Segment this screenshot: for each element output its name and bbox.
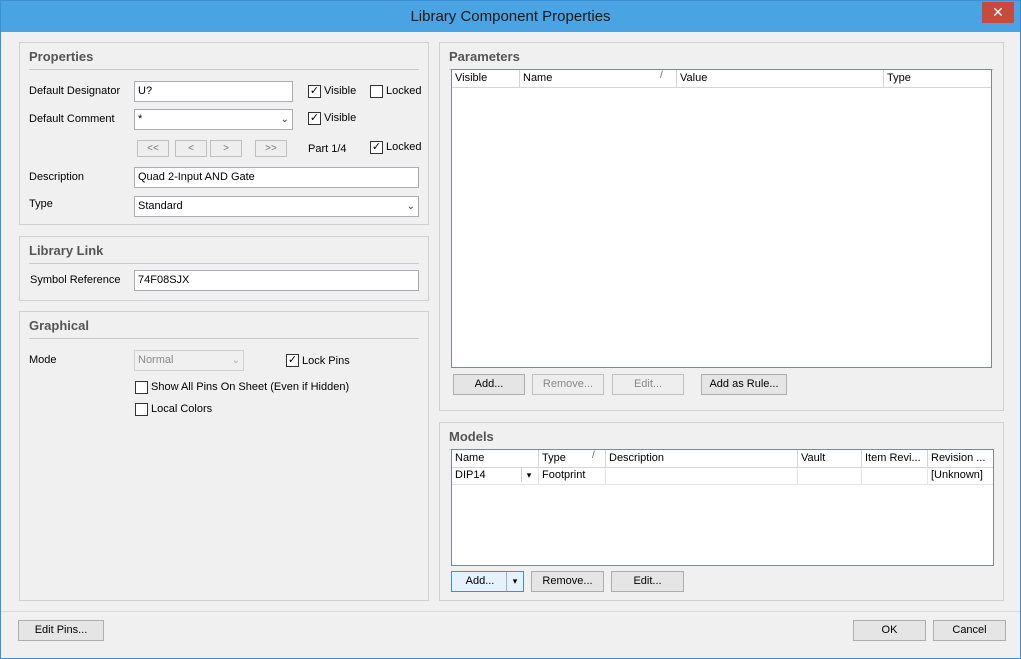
- column-value[interactable]: Value: [677, 70, 884, 87]
- column-visible[interactable]: Visible: [452, 70, 520, 87]
- default-designator-label: Default Designator: [29, 85, 121, 97]
- last-part-button[interactable]: >>: [255, 140, 287, 157]
- column-name[interactable]: Name: [520, 70, 677, 87]
- parameters-add-button[interactable]: Add...: [453, 374, 525, 395]
- parameters-title: Parameters: [449, 49, 520, 64]
- dialog-window: Library Component Properties ✕ Propertie…: [0, 0, 1021, 659]
- designator-visible-label: Visible: [324, 85, 357, 97]
- chevron-down-icon[interactable]: ▾: [521, 467, 536, 482]
- first-part-button[interactable]: <<: [137, 140, 169, 157]
- chevron-down-icon: ⌄: [231, 355, 240, 366]
- title-bar[interactable]: Library Component Properties ✕: [1, 1, 1020, 32]
- parameters-grid-header: Visible Name / Value Type: [452, 70, 991, 88]
- library-link-title: Library Link: [29, 243, 104, 258]
- window-title: Library Component Properties: [410, 8, 611, 25]
- column-description[interactable]: Description: [606, 450, 798, 467]
- divider: [29, 338, 419, 339]
- parameters-group: Parameters Visible Name / Value Type Add…: [439, 42, 1004, 411]
- symbol-reference-input[interactable]: 74F08SJX: [134, 270, 419, 291]
- lock-pins-checkbox[interactable]: ✓: [286, 354, 299, 367]
- edit-pins-button[interactable]: Edit Pins...: [18, 620, 104, 641]
- models-add-button[interactable]: Add... ▾: [451, 571, 524, 592]
- sort-icon: /: [660, 70, 663, 81]
- show-all-pins-checkbox[interactable]: [135, 381, 148, 394]
- graphical-group: Graphical Mode Normal ⌄ ✓ Lock Pins Show…: [19, 311, 429, 601]
- local-colors-checkbox[interactable]: [135, 403, 148, 416]
- table-row[interactable]: DIP14 ▾ Footprint [Unknown]: [452, 467, 993, 485]
- column-vault[interactable]: Vault: [798, 450, 862, 467]
- add-as-rule-button[interactable]: Add as Rule...: [701, 374, 787, 395]
- library-link-group: Library Link Symbol Reference 74F08SJX: [19, 236, 429, 301]
- close-button[interactable]: ✕: [982, 2, 1014, 23]
- comment-visible-label: Visible: [324, 112, 357, 124]
- models-group: Models Name Type / Description Vault Ite…: [439, 422, 1004, 601]
- model-name-cell[interactable]: DIP14 ▾: [452, 467, 539, 484]
- column-type[interactable]: Type: [539, 450, 606, 467]
- properties-group: Properties Default Designator U? ✓ Visib…: [19, 42, 429, 225]
- prev-part-button[interactable]: <: [175, 140, 207, 157]
- model-item-revision-cell: [862, 467, 928, 484]
- properties-title: Properties: [29, 49, 94, 64]
- model-name-value: DIP14: [455, 469, 486, 481]
- mode-label: Mode: [29, 354, 57, 366]
- model-revision-cell: [Unknown]: [931, 469, 983, 481]
- description-input[interactable]: Quad 2-Input AND Gate: [134, 167, 419, 188]
- models-edit-button[interactable]: Edit...: [611, 571, 684, 592]
- type-combo[interactable]: Standard ⌄: [134, 196, 419, 217]
- designator-visible-checkbox[interactable]: ✓: [308, 85, 321, 98]
- symbol-reference-label: Symbol Reference: [30, 274, 121, 286]
- models-remove-button[interactable]: Remove...: [531, 571, 604, 592]
- graphical-title: Graphical: [29, 318, 89, 333]
- parameters-remove-button[interactable]: Remove...: [532, 374, 604, 395]
- comment-visible-checkbox[interactable]: ✓: [308, 112, 321, 125]
- sort-icon: /: [592, 450, 595, 461]
- mode-combo[interactable]: Normal ⌄: [134, 350, 244, 371]
- model-vault-cell: [798, 467, 862, 484]
- part-locked-label: Locked: [386, 141, 422, 153]
- parameters-grid[interactable]: Visible Name / Value Type: [451, 69, 992, 368]
- next-part-button[interactable]: >: [210, 140, 242, 157]
- default-comment-combo[interactable]: * ⌄: [134, 109, 293, 130]
- chevron-down-icon: ⌄: [406, 201, 415, 212]
- chevron-down-icon[interactable]: ▾: [506, 572, 523, 591]
- mode-value: Normal: [138, 354, 174, 366]
- type-value: Standard: [138, 200, 183, 212]
- chevron-down-icon: ⌄: [280, 114, 289, 125]
- models-add-label: Add...: [465, 575, 495, 587]
- column-item-revision[interactable]: Item Revi...: [862, 450, 928, 467]
- default-comment-label: Default Comment: [29, 113, 115, 125]
- models-grid-header: Name Type / Description Vault Item Revi.…: [452, 450, 993, 468]
- divider: [29, 263, 419, 264]
- default-comment-value: *: [138, 113, 143, 125]
- model-description-cell: [606, 467, 798, 484]
- description-label: Description: [29, 171, 85, 183]
- local-colors-label: Local Colors: [151, 403, 213, 415]
- part-locked-checkbox[interactable]: ✓: [370, 141, 383, 154]
- models-title: Models: [449, 429, 494, 444]
- show-all-pins-label: Show All Pins On Sheet (Even if Hidden): [151, 381, 350, 393]
- column-name[interactable]: Name: [452, 450, 539, 467]
- cancel-button[interactable]: Cancel: [933, 620, 1006, 641]
- part-indicator: Part 1/4: [308, 143, 347, 155]
- designator-locked-label: Locked: [386, 85, 422, 97]
- designator-locked-checkbox[interactable]: [370, 85, 383, 98]
- type-label: Type: [29, 198, 53, 210]
- column-revision[interactable]: Revision ...: [928, 450, 993, 467]
- divider: [29, 69, 419, 70]
- ok-button[interactable]: OK: [853, 620, 926, 641]
- divider: [1, 611, 1020, 612]
- models-grid[interactable]: Name Type / Description Vault Item Revi.…: [451, 449, 994, 566]
- parameters-edit-button[interactable]: Edit...: [612, 374, 684, 395]
- column-type[interactable]: Type: [884, 70, 991, 87]
- default-designator-input[interactable]: U?: [134, 81, 293, 102]
- lock-pins-label: Lock Pins: [302, 355, 350, 367]
- model-type-cell: Footprint: [539, 467, 606, 484]
